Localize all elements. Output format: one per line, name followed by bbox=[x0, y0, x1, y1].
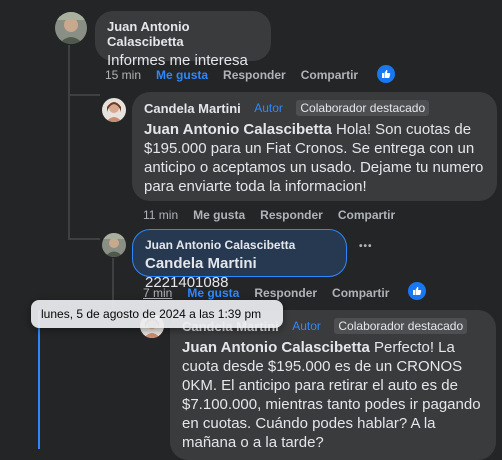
comment-text: Juan Antonio Calascibetta Hola! Son cuot… bbox=[144, 121, 484, 195]
avatar[interactable] bbox=[102, 98, 126, 122]
avatar[interactable] bbox=[102, 233, 126, 257]
author-badge: Autor bbox=[254, 101, 283, 115]
thread-line bbox=[68, 94, 100, 96]
comment-time[interactable]: 15 min bbox=[105, 68, 141, 82]
comment-author[interactable]: Candela Martini bbox=[144, 101, 241, 116]
like-button[interactable]: Me gusta bbox=[193, 208, 245, 222]
comment-bubble: Candela Martini Autor Colaborador destac… bbox=[132, 92, 497, 201]
mention-link[interactable]: Candela Martini bbox=[145, 255, 257, 272]
comment-text: Juan Antonio Calascibetta Perfecto! La c… bbox=[182, 339, 481, 451]
comment-time[interactable]: 7 min bbox=[143, 286, 172, 300]
comment-actions: 7 min Me gusta Responder Compartir bbox=[143, 286, 404, 300]
like-button[interactable]: Me gusta bbox=[156, 68, 208, 82]
comment-actions: 11 min Me gusta Responder Compartir bbox=[143, 208, 410, 222]
thread-line bbox=[68, 45, 70, 240]
comment-author[interactable]: Juan Antonio Calascibetta bbox=[145, 238, 334, 252]
like-button[interactable]: Me gusta bbox=[187, 286, 239, 300]
mention-link[interactable]: Juan Antonio Calascibetta bbox=[182, 339, 370, 356]
reply-button[interactable]: Responder bbox=[260, 208, 323, 222]
share-button[interactable]: Compartir bbox=[338, 208, 395, 222]
more-options-icon[interactable]: ••• bbox=[359, 241, 373, 252]
like-reaction-icon[interactable] bbox=[377, 65, 395, 83]
share-button[interactable]: Compartir bbox=[301, 68, 358, 82]
thread-line bbox=[68, 238, 100, 240]
thread-line bbox=[38, 310, 40, 449]
share-button[interactable]: Compartir bbox=[332, 286, 389, 300]
contributor-badge: Colaborador destacado bbox=[296, 100, 430, 116]
mention-link[interactable]: Juan Antonio Calascibetta bbox=[144, 121, 332, 138]
timestamp-tooltip: lunes, 5 de agosto de 2024 a las 1:39 pm bbox=[31, 300, 283, 328]
author-badge: Autor bbox=[292, 319, 321, 333]
comment-author[interactable]: Juan Antonio Calascibetta bbox=[107, 19, 259, 49]
reply-button[interactable]: Responder bbox=[223, 68, 286, 82]
comment-bubble: Juan Antonio Calascibetta Informes me in… bbox=[95, 11, 271, 69]
comment-bubble: Candela Martini Autor Colaborador destac… bbox=[170, 310, 496, 460]
like-reaction-icon[interactable] bbox=[408, 282, 426, 300]
comment-actions: 15 min Me gusta Responder Compartir bbox=[105, 68, 373, 82]
comment-bubble: Juan Antonio Calascibetta Candela Martin… bbox=[132, 229, 347, 291]
avatar[interactable] bbox=[55, 12, 87, 44]
comment-time[interactable]: 11 min bbox=[143, 208, 178, 222]
contributor-badge: Colaborador destacado bbox=[334, 318, 468, 334]
reply-button[interactable]: Responder bbox=[254, 286, 317, 300]
